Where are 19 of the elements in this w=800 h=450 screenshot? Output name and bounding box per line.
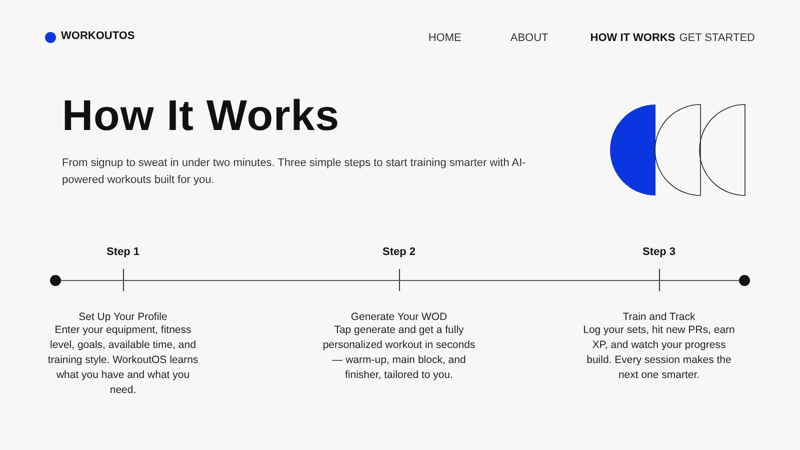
- step-label: Step 2: [382, 246, 416, 260]
- step-label: Step 1: [106, 246, 140, 260]
- step-label: Step 3: [642, 246, 676, 260]
- step-title: Generate Your WOD: [350, 311, 448, 323]
- step-description: Tap generate and get a fully personalized workout in seconds — warm-up, main block, and finisher, tailored to you.: [322, 323, 476, 383]
- nav-link[interactable]: ABOUT: [510, 32, 548, 44]
- step-title: Set Up Your Profile: [78, 311, 168, 323]
- step-description: Log your sets, hit new PRs, earn XP, and watch your progress build. Every session makes the next one smarter.: [582, 323, 736, 383]
- brand-name[interactable]: WORKOUTOS: [61, 30, 135, 42]
- nav-link[interactable]: HOME: [428, 32, 462, 44]
- nav-link[interactable]: HOW IT WORKS: [590, 32, 676, 44]
- page-title: How It Works: [62, 92, 341, 141]
- subtitle: From signup to sweat in under two minutes. Three simple steps to start training smarter with AI-powered workouts built for you.: [62, 156, 527, 188]
- step-description: Enter your equipment, fitness level, goals, available time, and training style. WorkoutOS learns what you have and what you need.: [46, 323, 200, 398]
- timeline-end-dot: [739, 275, 750, 286]
- step-title: Train and Track: [622, 311, 696, 323]
- brand-dot-icon: [45, 32, 56, 42]
- timeline-end-dot: [50, 275, 61, 286]
- nav-link[interactable]: GET STARTED: [679, 32, 755, 44]
